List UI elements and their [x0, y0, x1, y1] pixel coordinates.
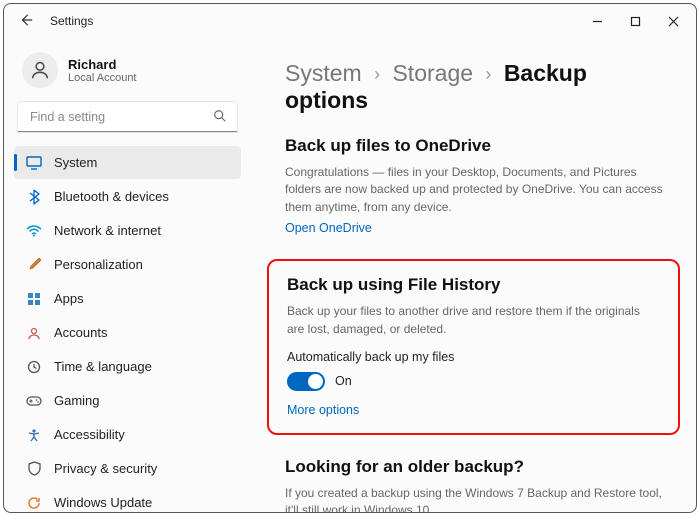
breadcrumb: System › Storage › Backup options [285, 60, 668, 114]
older-desc: If you created a backup using the Window… [285, 485, 668, 512]
sidebar-item-personalization[interactable]: Personalization [14, 248, 241, 281]
file-history-title: Back up using File History [287, 275, 660, 295]
window-title: Settings [50, 14, 93, 28]
sidebar-item-label: Network & internet [54, 223, 161, 238]
person-icon [29, 59, 51, 81]
sidebar-item-label: Time & language [54, 359, 152, 374]
breadcrumb-system[interactable]: System [285, 60, 362, 86]
sidebar-item-network[interactable]: Network & internet [14, 214, 241, 247]
sidebar-item-label: Windows Update [54, 495, 152, 510]
onedrive-section: Back up files to OneDrive Congratulation… [285, 136, 668, 237]
sidebar-item-label: System [54, 155, 97, 170]
sidebar-item-accessibility[interactable]: Accessibility [14, 418, 241, 451]
accounts-icon [26, 325, 42, 341]
gaming-icon [26, 393, 42, 409]
sidebar-item-time-language[interactable]: Time & language [14, 350, 241, 383]
sidebar-item-label: Privacy & security [54, 461, 157, 476]
sidebar-item-label: Gaming [54, 393, 100, 408]
file-history-desc: Back up your files to another drive and … [287, 303, 660, 338]
back-button[interactable] [16, 13, 36, 30]
file-history-section: Back up using File History Back up your … [267, 259, 680, 435]
nav: System Bluetooth & devices Network & int… [14, 146, 241, 513]
chevron-right-icon: › [485, 64, 491, 84]
sidebar: Richard Local Account System [4, 38, 249, 512]
user-block[interactable]: Richard Local Account [22, 52, 241, 88]
search-icon [213, 109, 227, 126]
user-name: Richard [68, 57, 137, 72]
older-title: Looking for an older backup? [285, 457, 668, 477]
settings-window: Settings Richard Local Account [3, 3, 697, 513]
more-options-link[interactable]: More options [287, 403, 359, 417]
wifi-icon [26, 223, 42, 239]
open-onedrive-link[interactable]: Open OneDrive [285, 221, 372, 235]
breadcrumb-storage[interactable]: Storage [392, 60, 473, 86]
maximize-button[interactable] [616, 6, 654, 36]
close-button[interactable] [654, 6, 692, 36]
sidebar-item-label: Personalization [54, 257, 143, 272]
shield-icon [26, 461, 42, 477]
avatar [22, 52, 58, 88]
sidebar-item-windows-update[interactable]: Windows Update [14, 486, 241, 513]
update-icon [26, 495, 42, 511]
auto-backup-toggle[interactable] [287, 372, 325, 391]
chevron-right-icon: › [374, 64, 380, 84]
sidebar-item-label: Accounts [54, 325, 107, 340]
toggle-knob [308, 374, 323, 389]
search-field[interactable] [18, 102, 237, 132]
auto-backup-label: Automatically back up my files [287, 350, 660, 364]
sidebar-item-accounts[interactable]: Accounts [14, 316, 241, 349]
onedrive-desc: Congratulations — files in your Desktop,… [285, 164, 668, 216]
minimize-button[interactable] [578, 6, 616, 36]
accessibility-icon [26, 427, 42, 443]
arrow-left-icon [19, 13, 33, 27]
sidebar-item-label: Apps [54, 291, 84, 306]
paintbrush-icon [26, 257, 42, 273]
bluetooth-icon [26, 189, 42, 205]
sidebar-item-apps[interactable]: Apps [14, 282, 241, 315]
toggle-state-text: On [335, 374, 352, 388]
system-icon [26, 155, 42, 171]
search-input[interactable] [18, 102, 237, 132]
sidebar-item-system[interactable]: System [14, 146, 241, 179]
titlebar: Settings [4, 4, 696, 38]
maximize-icon [630, 16, 641, 27]
window-controls [578, 6, 692, 36]
minimize-icon [592, 16, 603, 27]
sidebar-item-bluetooth[interactable]: Bluetooth & devices [14, 180, 241, 213]
older-backup-section: Looking for an older backup? If you crea… [285, 457, 668, 512]
user-sub: Local Account [68, 72, 137, 84]
close-icon [668, 16, 679, 27]
sidebar-item-label: Accessibility [54, 427, 125, 442]
sidebar-item-gaming[interactable]: Gaming [14, 384, 241, 417]
clock-icon [26, 359, 42, 375]
onedrive-title: Back up files to OneDrive [285, 136, 668, 156]
apps-icon [26, 291, 42, 307]
sidebar-item-label: Bluetooth & devices [54, 189, 169, 204]
sidebar-item-privacy[interactable]: Privacy & security [14, 452, 241, 485]
content: System › Storage › Backup options Back u… [249, 38, 696, 512]
